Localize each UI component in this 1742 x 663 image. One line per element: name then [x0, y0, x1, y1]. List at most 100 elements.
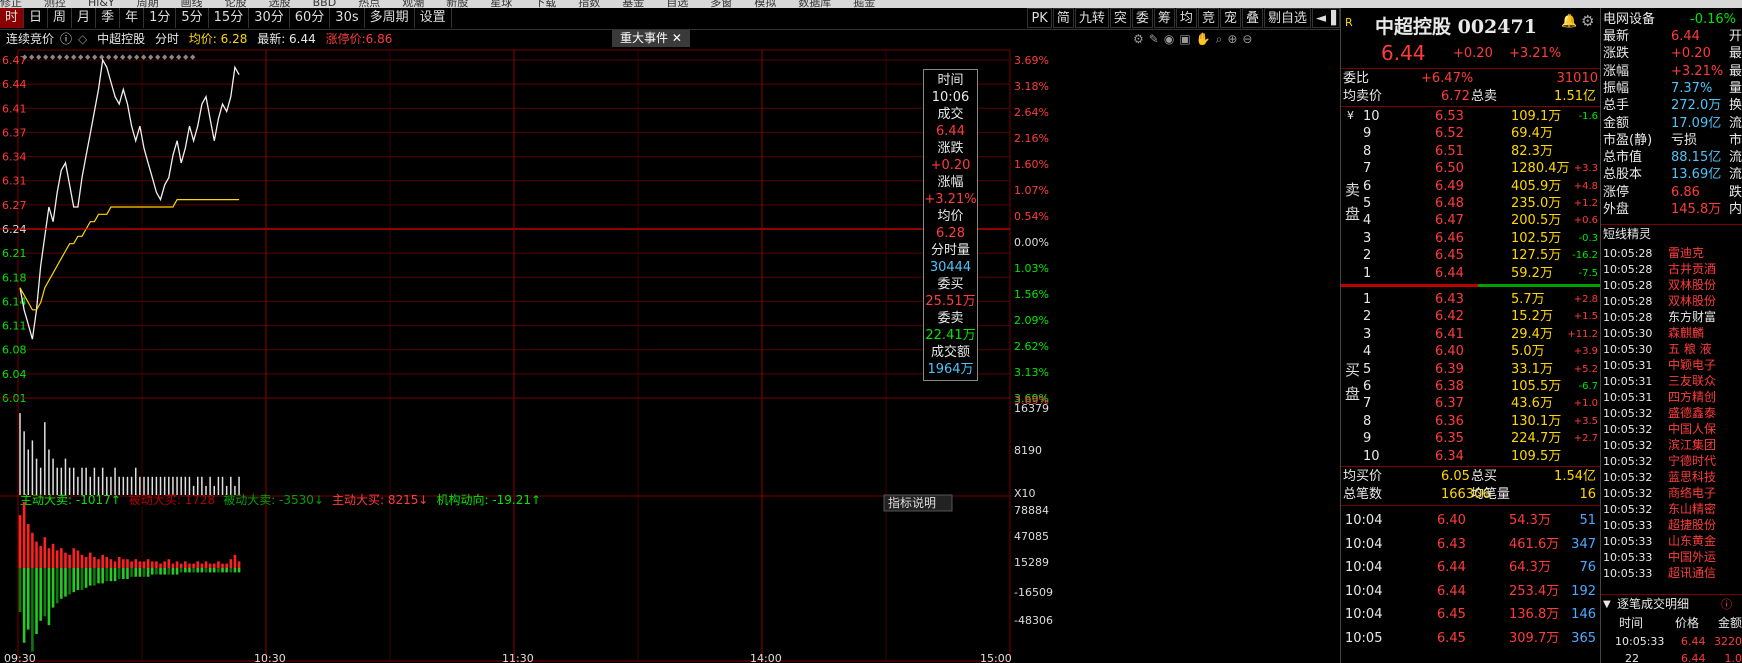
top-menu-item[interactable]: 掘金 — [853, 0, 875, 8]
period-tab[interactable]: 30s — [330, 8, 365, 28]
period-tab[interactable]: 月 — [72, 8, 97, 28]
top-menu-item[interactable]: 论股 — [225, 0, 247, 8]
top-menu-item[interactable]: 基金 — [622, 0, 644, 8]
top-menu-item[interactable]: Hi&Y — [88, 0, 115, 8]
cell[interactable]: ▼ — [1603, 596, 1611, 613]
cell: 盛德鑫泰 — [1668, 406, 1717, 420]
cell: 6.52 — [1435, 126, 1464, 142]
cell: 6.45 — [1437, 607, 1466, 623]
flow-bar-sell — [72, 568, 76, 593]
cell: 古井贡酒 — [1668, 262, 1717, 276]
cell: 2 — [1363, 248, 1372, 264]
short-line-row: 10:05:31 四方精创 — [1601, 389, 1742, 406]
top-menu-item[interactable]: 指数 — [578, 0, 600, 8]
pct-tick-label: 3.69% — [1014, 54, 1049, 67]
chart-tool-button[interactable]: 简 — [1052, 8, 1074, 28]
flow-bar-sell — [76, 568, 80, 590]
box-icon[interactable]: ▣ — [1179, 32, 1190, 46]
cell: 10:04 — [1345, 607, 1383, 623]
cell: 内 — [1728, 202, 1742, 217]
chart-tool-button[interactable]: 剔自选 — [1263, 8, 1311, 28]
tick-row: 10:04 6.44 253.4万 192 — [1341, 583, 1600, 600]
top-menu-item[interactable]: 观潮 — [402, 0, 424, 8]
cell: +5.2 — [1573, 363, 1598, 375]
price-pct: +3.21% — [1509, 46, 1562, 61]
top-menu-item[interactable]: BBD — [313, 0, 337, 8]
info-icon[interactable]: ⓘ — [60, 32, 72, 46]
period-tab[interactable]: 30分 — [249, 8, 290, 28]
chart-tool-button[interactable]: 突 — [1109, 8, 1131, 28]
top-menu-item[interactable]: 自选 — [666, 0, 688, 8]
avg-price-line — [19, 199, 240, 311]
cell: 蓝思科技 — [1668, 470, 1717, 484]
period-tab[interactable]: 年 — [120, 8, 145, 28]
top-menu-item[interactable]: 周期 — [137, 0, 159, 8]
period-tab[interactable]: 多周期 — [365, 8, 415, 28]
zoom-in-icon[interactable]: ⊕ — [1227, 32, 1237, 46]
period-tab[interactable]: 5分 — [176, 8, 209, 28]
chart-tool-button[interactable]: 筹 — [1153, 8, 1175, 28]
chart-tool-button[interactable]: 九转 — [1074, 8, 1109, 28]
top-menu-item[interactable]: 数据库 — [798, 0, 831, 8]
auction-marker: ◆ — [106, 53, 112, 61]
flow-bar-buy — [64, 552, 67, 568]
top-menu-item[interactable]: 热点 — [358, 0, 380, 8]
gear-icon[interactable]: ⚙ — [1581, 12, 1594, 30]
cell: 130.1万 — [1511, 413, 1562, 429]
flow-bar-buy — [233, 554, 237, 568]
cell: 双林股份 — [1668, 278, 1717, 292]
chart-tool-button[interactable]: ◄▐ — [1312, 8, 1340, 28]
top-menu-item[interactable]: 新股 — [446, 0, 468, 8]
hand-icon[interactable]: ✋ — [1196, 32, 1211, 46]
stat-row: 最新 6.44 开 — [1601, 28, 1742, 45]
intraday-chart[interactable]: 6.476.446.416.376.346.316.276.246.216.18… — [0, 48, 1340, 663]
sell-level-row: 10 6.53 109.1万 -1.6 — [1341, 108, 1600, 125]
search-icon[interactable]: ⌕ — [1216, 32, 1223, 46]
chart-tool-button[interactable]: 委 — [1131, 8, 1153, 28]
eye-icon[interactable]: ◉ — [1164, 32, 1174, 46]
price-tick-label: 6.11 — [2, 320, 27, 333]
chart-tool-button[interactable]: 竞 — [1197, 8, 1219, 28]
top-menu-item[interactable]: 修正 — [0, 0, 22, 8]
major-event-button[interactable]: 重大事件 ✕ — [612, 30, 690, 47]
short-line-row: 10:05:33 超捷股份 — [1601, 517, 1742, 534]
short-line-row: 10:05:32 商络电子 — [1601, 485, 1742, 502]
chart-tool-button[interactable]: 均 — [1175, 8, 1197, 28]
period-tab[interactable]: 季 — [96, 8, 121, 28]
sell-level-row: 6 6.49 405.9万 +4.8 — [1341, 178, 1600, 195]
time-tick-label: 09:30 — [4, 652, 36, 663]
top-menu-item[interactable]: 星球 — [490, 0, 512, 8]
cell: 4 — [1363, 213, 1372, 229]
bell-icon[interactable]: 🔔 — [1561, 14, 1577, 29]
top-menu-item[interactable]: 下载 — [534, 0, 556, 8]
top-menu-item[interactable]: 选股 — [269, 0, 291, 8]
period-tab[interactable]: 周 — [48, 8, 73, 28]
period-tab[interactable]: 设置 — [415, 8, 452, 28]
zoom-out-icon[interactable]: ⊖ — [1242, 32, 1252, 46]
top-menu-item[interactable]: 画线 — [181, 0, 203, 8]
chart-tool-button[interactable]: 叠 — [1241, 8, 1263, 28]
tick-row: 10:04 6.43 461.6万 347 — [1341, 536, 1600, 553]
chevron-icon[interactable]: ◇ — [78, 32, 87, 46]
tooltip-value: 6.28 — [936, 226, 965, 241]
period-tab[interactable]: 15分 — [209, 8, 250, 28]
cell: 146 — [1571, 607, 1596, 623]
chart-tool-button[interactable]: 宠 — [1219, 8, 1241, 28]
flow-bar-buy — [122, 559, 125, 568]
period-tab[interactable]: 60分 — [290, 8, 331, 28]
cell: +1.2 — [1573, 198, 1598, 209]
flow-bar-sell — [122, 568, 125, 579]
chart-tool-button[interactable]: PK — [1027, 8, 1052, 28]
pen-icon[interactable]: ✎ — [1149, 32, 1159, 46]
top-menu-item[interactable]: 多窗 — [710, 0, 732, 8]
period-tab[interactable]: 时 — [0, 8, 25, 28]
volume-pct-label: 3.69% — [1014, 394, 1049, 407]
cell[interactable]: 电网设备 — [1603, 11, 1655, 28]
top-menu-item[interactable]: 测控 — [44, 0, 66, 8]
cell: 9 — [1363, 126, 1372, 142]
top-menu-item[interactable]: 模拟 — [754, 0, 776, 8]
flow-bar-buy — [126, 559, 129, 568]
period-tab[interactable]: 日 — [24, 8, 49, 28]
period-tab[interactable]: 1分 — [144, 8, 177, 28]
settings-icon[interactable]: ⚙ — [1133, 32, 1144, 46]
